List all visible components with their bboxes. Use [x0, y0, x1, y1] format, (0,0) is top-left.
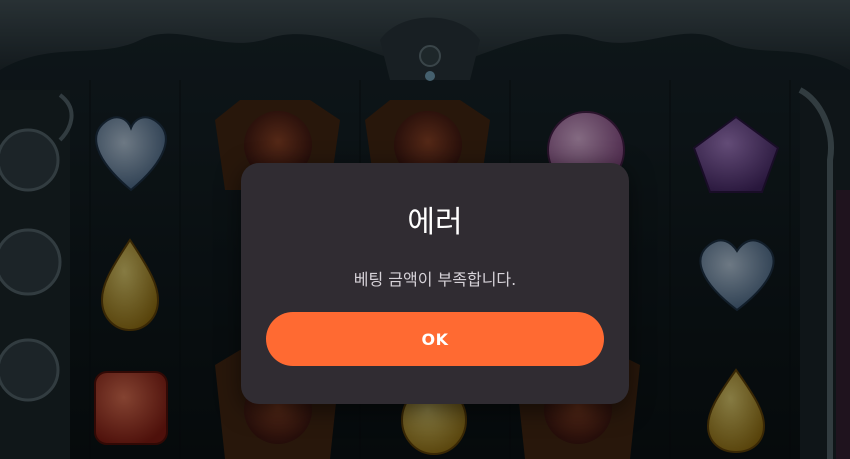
error-dialog: 에러 베팅 금액이 부족합니다. OK — [241, 163, 629, 404]
dialog-message: 베팅 금액이 부족합니다. — [353, 270, 517, 289]
ok-button[interactable]: OK — [266, 312, 604, 366]
dialog-title: 에러 — [407, 205, 463, 240]
